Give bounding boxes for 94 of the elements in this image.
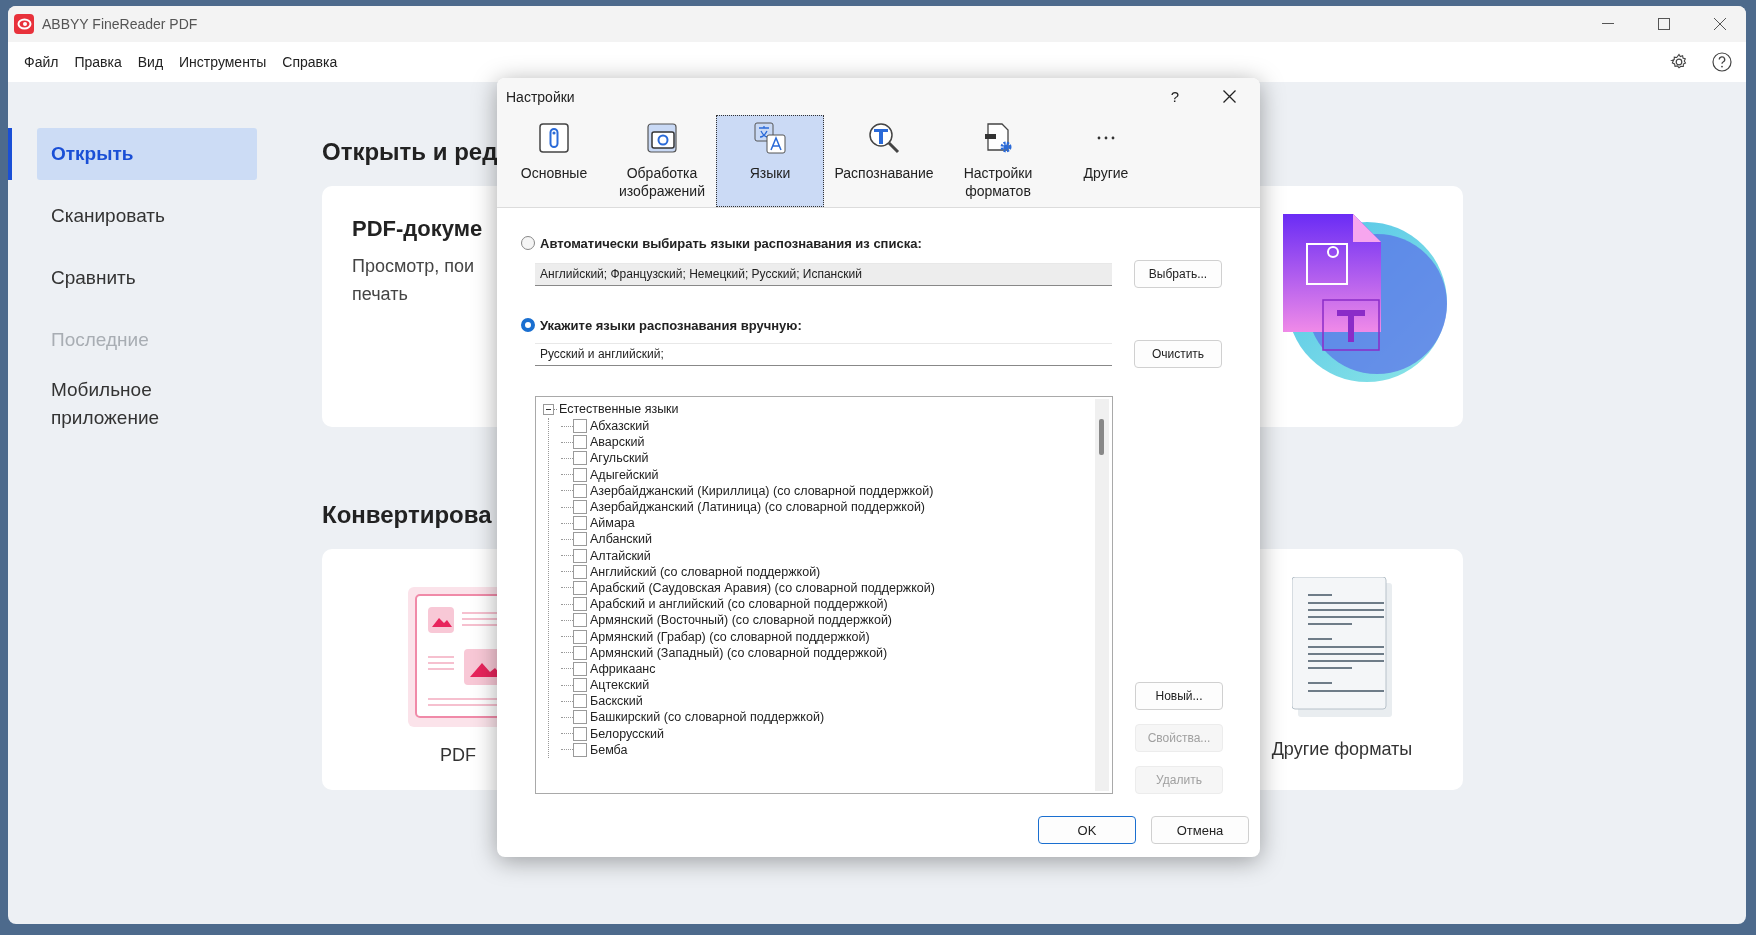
settings-tab[interactable]: Обработка изображений [608,115,716,207]
checkbox[interactable] [573,694,587,709]
tree-item[interactable]: Аймара [590,516,635,531]
clear-button[interactable]: Очистить [1134,340,1222,368]
sidebar-item[interactable]: Сканировать [37,190,257,242]
menu-item[interactable]: Инструменты [179,54,267,70]
collapse-icon[interactable] [543,403,554,415]
radio-label: Укажите языки распознавания вручную: [540,317,802,333]
close-icon[interactable] [1223,90,1236,103]
tree-item[interactable]: Белорусский [590,726,664,741]
tree-item[interactable]: Армянский (Западный) (со словарной поддержкой) [590,645,888,660]
window-title: ABBYY FineReader PDF [42,16,198,32]
card-description: Просмотр, пои [352,255,475,278]
magnifier-icon [868,122,900,154]
checkbox[interactable] [573,645,587,660]
settings-tab[interactable]: Основные [500,115,608,207]
dialog-button[interactable]: Отмена [1151,816,1249,844]
dialog-button[interactable]: Новый... [1135,682,1223,710]
menu-item[interactable]: Файл [24,54,59,70]
checkbox[interactable] [573,532,587,547]
menu-item[interactable]: Вид [137,54,164,70]
checkbox[interactable] [573,661,587,676]
card-label: PDF [440,745,476,766]
card-label: Другие форматы [1271,739,1413,760]
section-heading: Конвертирова [322,500,492,530]
checkbox[interactable] [573,742,587,757]
help-button[interactable]: ? [1170,88,1179,105]
tree-item[interactable]: Арабский и английский (со словарной поддержкой) [590,597,888,612]
tree-item[interactable]: Адыгейский [590,467,659,482]
radio-button[interactable] [521,236,535,250]
tree-item[interactable]: Ацтекский [590,678,650,693]
menu-item[interactable]: Правка [74,54,122,70]
tree-item[interactable]: Башкирский (со словарной поддержкой) [590,710,825,725]
tree-item[interactable]: Английский (со словарной поддержкой) [590,564,821,579]
card-title: PDF-докуме [352,216,484,242]
tree-item[interactable]: Бемба [590,742,628,757]
tree-node[interactable]: Естественные языки [559,402,679,416]
settings-tab[interactable]: Языки [716,115,824,207]
checkbox[interactable] [573,710,587,725]
translate-icon [754,122,786,154]
tree-item[interactable]: Агульский [590,451,649,466]
tree-item[interactable]: Армянский (Восточный) (со словарной поддержкой) [590,613,893,628]
scrollbar[interactable] [1095,399,1109,791]
checkbox[interactable] [573,564,587,579]
checkbox[interactable] [573,451,587,466]
settings-icon[interactable] [1670,53,1688,71]
card-description: печать [352,283,408,306]
app-logo-icon [14,14,34,34]
checkbox[interactable] [573,467,587,482]
document-gear-icon [982,122,1014,154]
text-field[interactable]: Русский и английский; [535,342,1112,366]
text-field[interactable]: Английский; Французский; Немецкий; Русский; Испанский [535,262,1112,286]
settings-tab[interactable]: Распознавание [824,115,944,207]
more-icon [1096,136,1116,140]
checkbox[interactable] [573,548,587,563]
checkbox[interactable] [573,483,587,498]
sidebar-item[interactable]: Мобильное приложение [37,376,257,432]
maximize-icon[interactable] [1658,18,1670,30]
tree-item[interactable]: Азербайджанский (Кириллица) (со словарной поддержкой) [590,483,934,498]
tree-item[interactable]: Африкаанс [590,661,656,676]
tree-item[interactable]: Албанский [590,532,653,547]
switch-icon [538,122,570,154]
dialog-button[interactable]: OK [1038,816,1136,844]
checkbox[interactable] [573,580,587,595]
checkbox[interactable] [573,629,587,644]
tree-item[interactable]: Аварский [590,435,645,450]
menu-item[interactable]: Справка [282,54,338,70]
tree-item[interactable]: Абхазский [590,419,650,434]
tree-item[interactable]: Арабский (Саудовская Аравия) (со словарной поддержкой) [590,580,935,595]
checkbox[interactable] [573,678,587,693]
radio-label: Автоматически выбирать языки распознавания из списка: [540,235,922,251]
checkbox[interactable] [573,500,587,515]
dialog-title: Настройки [506,88,575,105]
sidebar-item[interactable]: Сравнить [37,252,257,304]
camera-icon [646,122,678,154]
checkbox[interactable] [573,419,587,434]
tree-item[interactable]: Алтайский [590,548,651,563]
minimize-icon[interactable] [1602,23,1614,25]
close-icon[interactable] [1714,18,1726,30]
checkbox[interactable] [573,516,587,531]
checkbox[interactable] [573,613,587,628]
radio-button[interactable] [521,318,535,332]
choose-button[interactable]: Выбрать... [1134,260,1222,288]
tree-item[interactable]: Армянский (Грабар) (со словарной поддержкой) [590,629,870,644]
tree-item[interactable]: Азербайджанский (Латиница) (со словарной поддержкой) [590,500,926,515]
tree-item[interactable]: Баскский [590,694,643,709]
checkbox[interactable] [573,597,587,612]
checkbox[interactable] [573,435,587,450]
settings-tab[interactable]: Настройки форматов [944,115,1052,207]
sidebar-item[interactable]: Открыть [37,128,257,180]
settings-tab[interactable]: Другие [1052,115,1160,207]
checkbox[interactable] [573,726,587,741]
section-heading: Открыть и ред [322,137,498,167]
help-icon[interactable] [1712,52,1732,72]
